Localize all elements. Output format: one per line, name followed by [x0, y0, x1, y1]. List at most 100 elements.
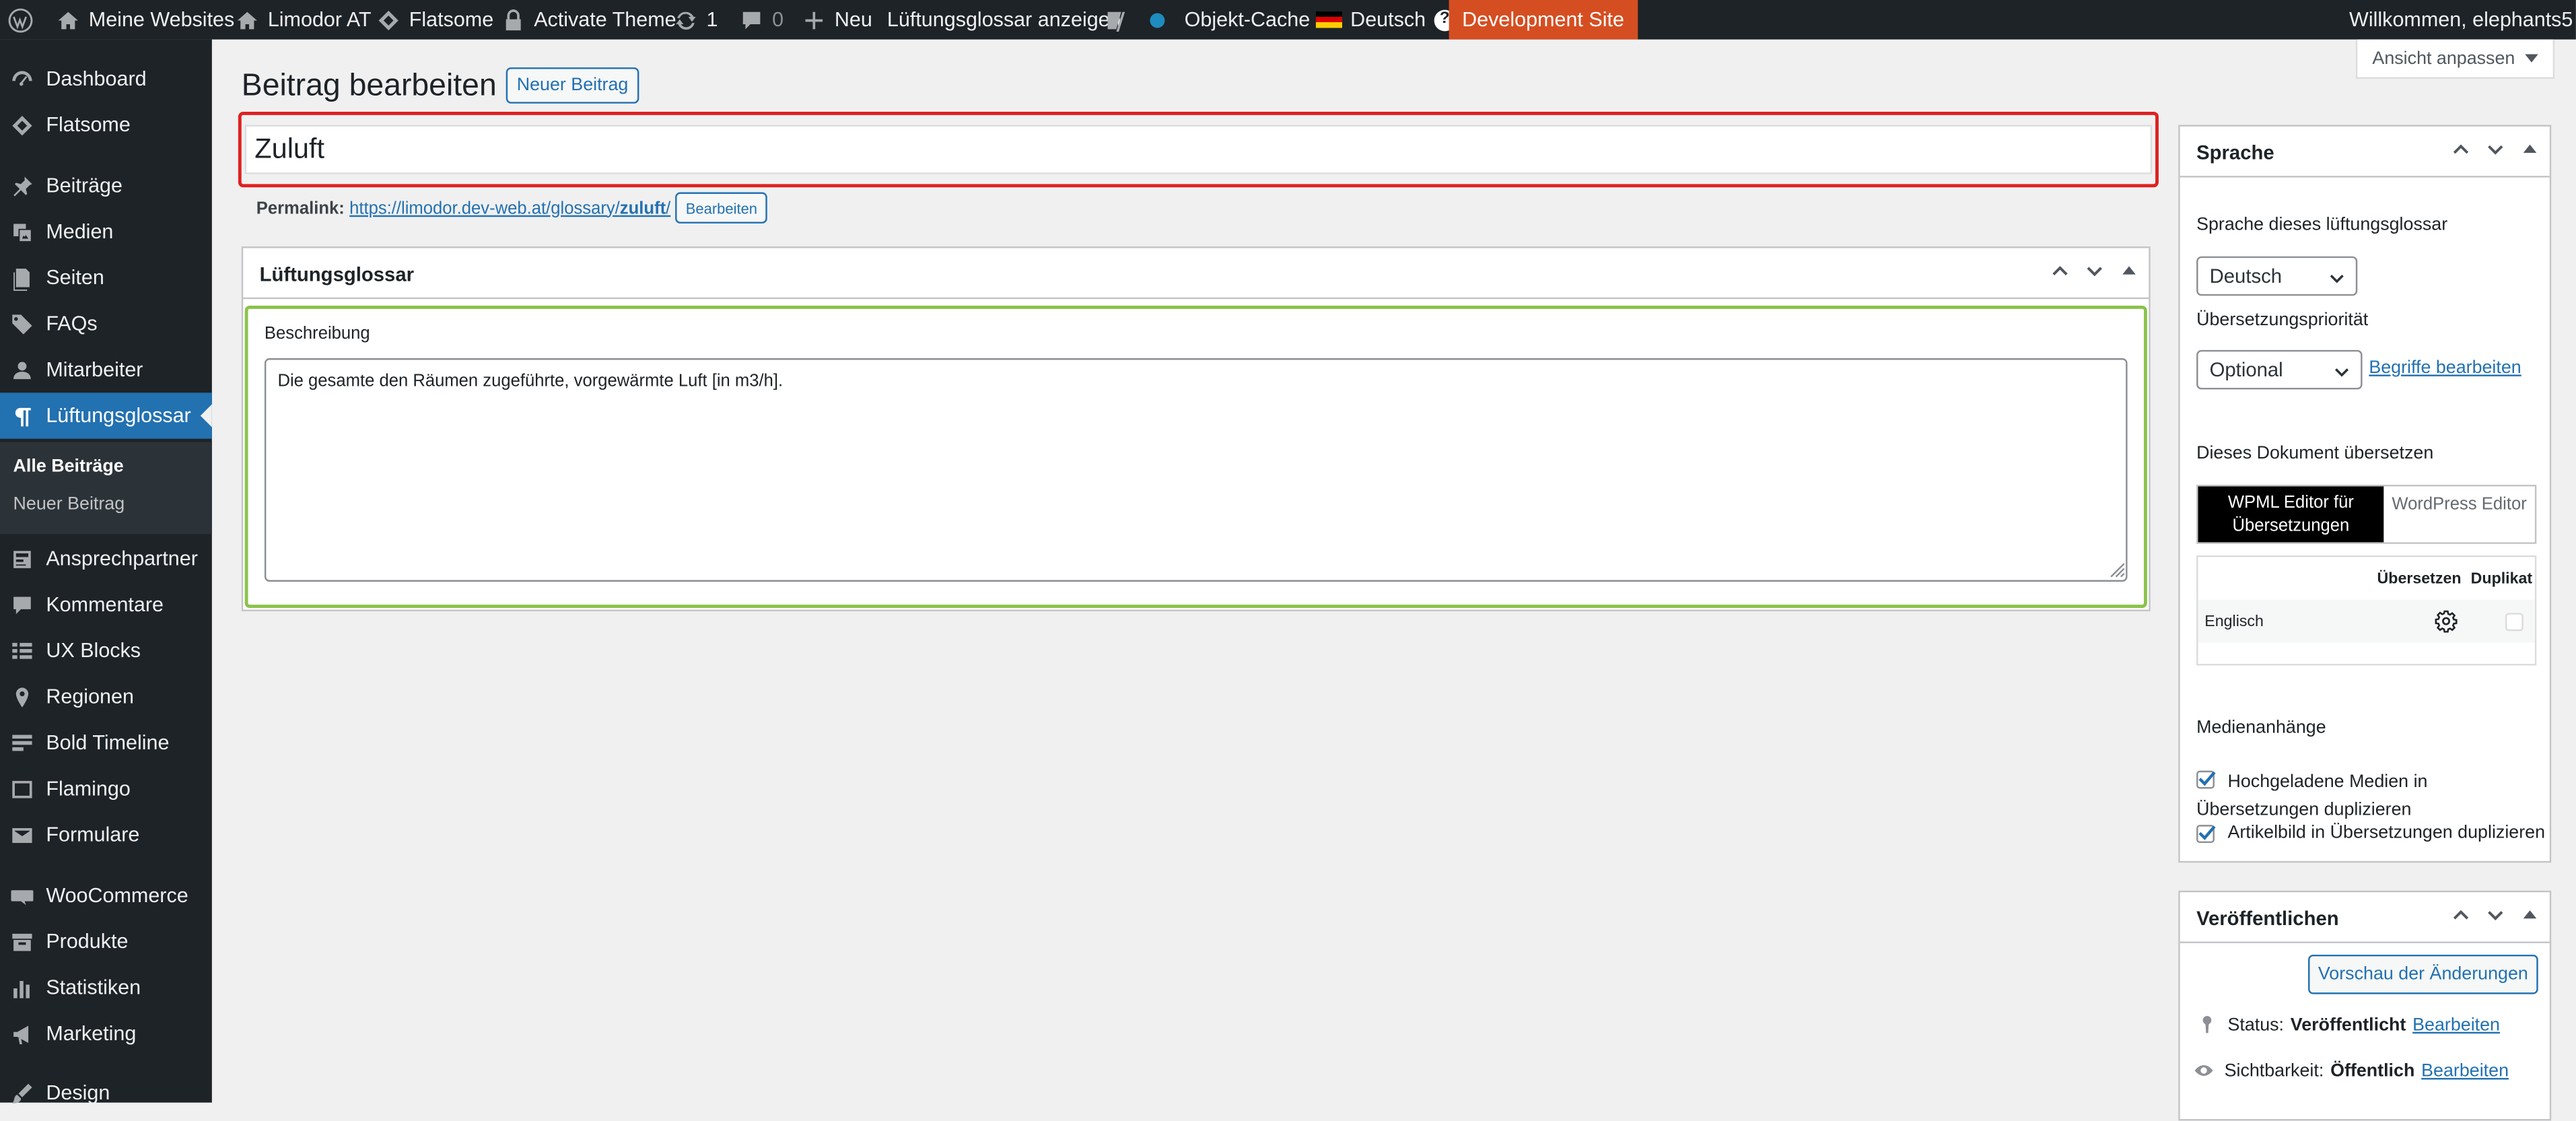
collapse-triangle-icon[interactable]	[2119, 261, 2138, 281]
flamingo-icon	[8, 776, 34, 802]
tag-icon	[8, 310, 34, 337]
sidebar-item-woocommerce[interactable]: WooCommerce	[0, 873, 212, 918]
language-metabox-header: Sprache	[2180, 127, 2550, 178]
activate-theme-menu[interactable]: Activate Theme	[499, 0, 676, 40]
translate-document-label: Dieses Dokument übersetzen	[2196, 443, 2434, 464]
chevron-down-icon	[2330, 275, 2344, 283]
tab-wordpress-editor[interactable]: WordPress Editor	[2383, 486, 2535, 542]
table-row: Englisch	[2198, 599, 2535, 643]
sidebar-item-bold-timeline[interactable]: Bold Timeline	[0, 720, 212, 766]
active-indicator	[200, 404, 212, 428]
sidebar-item-mitarbeiter[interactable]: Mitarbeiter	[0, 347, 212, 393]
new-content-menu[interactable]: Neu	[800, 0, 872, 40]
post-title-input[interactable]	[244, 125, 2153, 174]
chevron-down-icon[interactable]	[2085, 261, 2104, 281]
tab-wpml-editor[interactable]: WPML Editor für Übersetzungen	[2198, 486, 2384, 543]
sidebar-item-label: Regionen	[46, 685, 134, 708]
permalink-link[interactable]: https://limodor.dev-web.at/glossary/zulu…	[349, 198, 670, 217]
collapse-triangle-icon[interactable]	[2520, 139, 2540, 159]
account-menu[interactable]: Willkommen, elephants5	[2349, 0, 2576, 40]
updates-menu[interactable]: 1	[672, 0, 718, 40]
object-cache-menu[interactable]: Objekt-Cache	[1185, 0, 1311, 40]
metabox-header: Lüftungsglossar	[243, 248, 2149, 300]
flatsome-icon	[374, 7, 401, 33]
paragraph-icon	[8, 403, 34, 429]
yoast-icon	[1103, 7, 1129, 33]
chevron-up-icon[interactable]	[2050, 261, 2070, 281]
screen-options-button[interactable]: Ansicht anpassen	[2355, 39, 2555, 79]
sidebar-item-flatsome[interactable]: Flatsome	[0, 102, 212, 147]
glossary-submenu: Alle Beiträge Neuer Beitrag	[0, 442, 212, 535]
gear-icon[interactable]	[2435, 609, 2458, 633]
new-post-button[interactable]: Neuer Beitrag	[506, 67, 639, 104]
flatsome-menu[interactable]: Flatsome	[374, 0, 493, 40]
edit-terms-link[interactable]: Begriffe bearbeiten	[2369, 358, 2521, 378]
priority-select[interactable]: Optional	[2196, 349, 2363, 390]
priority-label: Übersetzungspriorität	[2196, 310, 2369, 331]
duplicate-featured-image-checkbox[interactable]	[2196, 825, 2216, 844]
visibility-edit-link[interactable]: Bearbeiten	[2421, 1060, 2509, 1080]
sidebar-item-marketing[interactable]: Marketing	[0, 1011, 212, 1056]
sidebar-item-formulare[interactable]: Formulare	[0, 812, 212, 858]
publish-metabox-title: Veröffentlichen	[2196, 907, 2339, 930]
page-title: Beitrag bearbeiten	[241, 69, 497, 104]
plus-icon	[800, 7, 827, 33]
development-site-badge[interactable]: Development Site	[1449, 0, 1638, 40]
sidebar-item-kommentare[interactable]: Kommentare	[0, 582, 212, 627]
status-row: Status: Veröffentlicht Bearbeiten	[2196, 1014, 2500, 1035]
sidebar-item-ansprechpartner[interactable]: Ansprechpartner	[0, 536, 212, 582]
sidebar-item-flamingo[interactable]: Flamingo	[0, 766, 212, 811]
view-glossary-link[interactable]: Lüftungsglossar anzeigen	[887, 0, 1121, 40]
description-label: Beschreibung	[264, 323, 370, 344]
sidebar-item-statistiken[interactable]: Statistiken	[0, 965, 212, 1011]
lock-icon	[499, 7, 526, 33]
chevron-down-icon[interactable]	[2486, 906, 2505, 925]
publish-metabox-header: Veröffentlichen	[2180, 892, 2550, 943]
sidebar-item-beiträge[interactable]: Beiträge	[0, 163, 212, 209]
col-translate-header: Übersetzen	[2377, 570, 2462, 588]
site-name-menu[interactable]: Limodor AT	[234, 0, 372, 40]
description-textarea[interactable]	[264, 358, 2128, 582]
permalink-edit-button[interactable]: Bearbeiten	[675, 192, 768, 224]
sidebar-item-design[interactable]: Design	[0, 1070, 212, 1116]
status-edit-link[interactable]: Bearbeiten	[2412, 1015, 2500, 1034]
sidebar-item-regionen[interactable]: Regionen	[0, 674, 212, 720]
sidebar-item-seiten[interactable]: Seiten	[0, 254, 212, 300]
sites-icon	[55, 7, 81, 33]
col-duplicate-header: Duplikat	[2470, 570, 2533, 588]
sidebar-item-faqs[interactable]: FAQs	[0, 301, 212, 347]
sidebar-item-lüftungsglossar[interactable]: Lüftungsglossar	[0, 393, 212, 439]
yoast-seo-menu[interactable]	[1103, 0, 1165, 40]
editor-tabs: WPML Editor für Übersetzungen WordPress …	[2196, 484, 2537, 544]
seo-status-dot	[1150, 12, 1165, 28]
submenu-new-post[interactable]: Neuer Beitrag	[13, 495, 125, 514]
sidebar-item-medien[interactable]: Medien	[0, 209, 212, 254]
wordpress-logo[interactable]	[7, 0, 33, 40]
refresh-icon	[672, 7, 698, 33]
duplicate-checkbox[interactable]	[2505, 613, 2523, 632]
blocks-icon	[8, 638, 34, 664]
collapse-triangle-icon[interactable]	[2520, 906, 2540, 925]
language-select[interactable]: Deutsch	[2196, 256, 2358, 296]
chevron-up-icon[interactable]	[2451, 139, 2470, 159]
sidebar-item-label: Ansprechpartner	[46, 547, 198, 570]
location-icon	[8, 683, 34, 710]
permalink-row: Permalink: https://limodor.dev-web.at/gl…	[256, 192, 768, 224]
language-switcher[interactable]: Deutsch ?	[1315, 0, 1456, 40]
sidebar-item-dashboard[interactable]: Dashboard	[0, 56, 212, 102]
sidebar-item-label: Bold Timeline	[46, 731, 170, 755]
sidebar-item-ux-blocks[interactable]: UX Blocks	[0, 627, 212, 673]
preview-changes-button[interactable]: Vorschau der Änderungen	[2308, 954, 2538, 994]
submenu-all-posts[interactable]: Alle Beiträge	[13, 456, 124, 476]
chart-icon	[8, 974, 34, 1000]
visibility-row: Sichtbarkeit: Öffentlich Bearbeiten	[2193, 1060, 2509, 1081]
sidebar-item-produkte[interactable]: Produkte	[0, 918, 212, 964]
sidebar-item-label: Mitarbeiter	[46, 358, 143, 382]
megaphone-icon	[8, 1021, 34, 1047]
wordpress-icon	[7, 7, 33, 33]
resize-handle-icon[interactable]	[2110, 562, 2126, 578]
my-sites-menu[interactable]: Meine Websites	[55, 0, 234, 40]
chevron-up-icon[interactable]	[2451, 906, 2470, 925]
chevron-down-icon[interactable]	[2486, 139, 2505, 159]
comments-menu[interactable]: 0	[738, 0, 784, 40]
